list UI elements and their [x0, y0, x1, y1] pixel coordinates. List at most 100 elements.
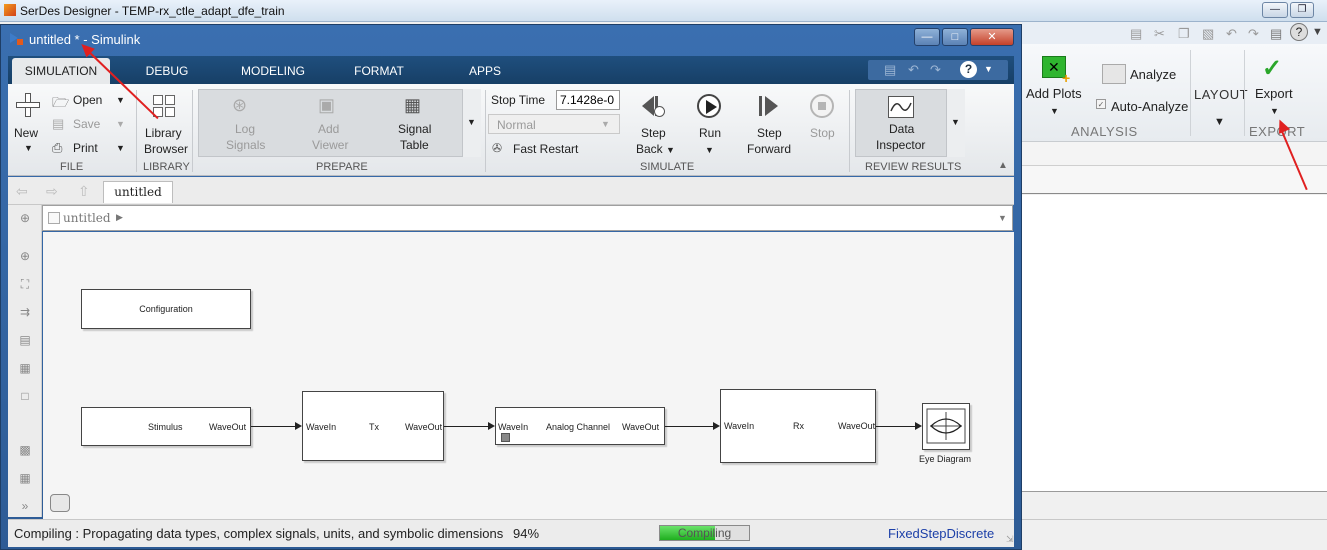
data-inspector-button-line2[interactable]: Inspector [876, 138, 925, 152]
run-button[interactable]: Run [699, 126, 721, 140]
chevron-down-icon[interactable]: ▼ [705, 145, 714, 155]
library-browser-icon[interactable] [153, 95, 175, 117]
stimulus-block[interactable]: Stimulus WaveOut [81, 407, 251, 446]
auto-analyze-checkbox[interactable]: ✓ [1096, 99, 1106, 109]
signal-table-button-line2[interactable]: Table [400, 138, 429, 152]
solver-link[interactable]: FixedStepDiscrete [888, 526, 994, 541]
model-canvas[interactable] [43, 232, 1014, 519]
library-browser-button-line2[interactable]: Browser [144, 142, 188, 156]
stop-time-input[interactable] [556, 90, 620, 110]
chevron-down-icon[interactable]: ▼ [666, 145, 675, 155]
switch-windows-icon[interactable]: ▤ [1270, 26, 1282, 42]
hide-explorer-icon[interactable]: ⊕ [17, 211, 33, 225]
review-gallery-expand[interactable]: ▼ [946, 89, 965, 157]
open-button[interactable]: Open [73, 93, 102, 107]
simulation-mode-select[interactable]: Normal ▼ [488, 114, 620, 134]
print-icon[interactable]: ⎙ [52, 140, 62, 156]
save-icon[interactable]: ▤ [1130, 26, 1142, 42]
chevron-right-icon[interactable]: ▶ [116, 212, 123, 223]
up-arrow-icon[interactable]: ⇧ [78, 183, 90, 200]
rx-block[interactable]: WaveIn Rx WaveOut [720, 389, 876, 463]
background-maximize-button[interactable]: ❐ [1290, 2, 1314, 18]
add-viewer-icon[interactable]: ▣ [318, 95, 335, 116]
area-icon[interactable]: □ [17, 389, 33, 403]
save-icon[interactable]: ▤ [52, 116, 64, 132]
fast-restart-button[interactable]: Fast Restart [513, 142, 578, 156]
add-plots-button[interactable]: Add Plots [1026, 86, 1082, 101]
configuration-block[interactable]: Configuration [81, 289, 251, 329]
background-minimize-button[interactable]: — [1262, 2, 1288, 18]
add-viewer-button-line2[interactable]: Viewer [312, 138, 348, 152]
tab-modeling[interactable]: MODELING [236, 58, 310, 84]
new-button[interactable]: New [14, 126, 38, 140]
address-path[interactable]: untitled [63, 211, 111, 225]
chevron-down-icon[interactable]: ▼ [1312, 26, 1323, 38]
text-annotation-icon[interactable]: ▤ [17, 333, 33, 347]
tab-apps[interactable]: APPS [462, 58, 508, 84]
library-browser-button[interactable]: Library [145, 126, 182, 140]
folder-open-icon[interactable]: 🗁 [52, 92, 69, 116]
fit-to-view-icon[interactable]: ⛶ [17, 277, 33, 291]
model-tab-untitled[interactable]: untitled [103, 181, 173, 203]
resize-grip-icon[interactable]: ⇲ [1006, 534, 1014, 545]
analog-channel-block[interactable]: WaveIn Analog Channel WaveOut [495, 407, 665, 445]
log-signals-button[interactable]: Log [235, 122, 255, 136]
prepare-gallery-expand[interactable]: ▼ [462, 89, 481, 157]
data-inspector-button[interactable]: Data [889, 122, 914, 136]
chevron-down-icon[interactable]: ▼ [998, 213, 1007, 223]
signal-line[interactable] [876, 426, 915, 427]
signal-line[interactable] [444, 426, 488, 427]
cut-icon[interactable]: ✂ [1154, 26, 1165, 42]
redo-icon[interactable]: ↷ [1248, 26, 1259, 42]
log-signals-icon[interactable]: ⊛ [232, 95, 247, 116]
chevron-down-icon[interactable]: ▼ [116, 119, 125, 129]
analyze-button[interactable]: Analyze [1130, 67, 1176, 82]
step-back-button-line2[interactable]: Back [636, 142, 663, 156]
run-icon[interactable] [697, 94, 721, 118]
chevron-down-icon[interactable]: ▼ [116, 95, 125, 105]
save-icon[interactable]: ▤ [884, 62, 896, 78]
tab-simulation[interactable]: SIMULATION [12, 58, 110, 84]
step-back-button[interactable]: Step [641, 126, 666, 140]
step-forward-button[interactable]: Step [757, 126, 782, 140]
collapse-ribbon-icon[interactable]: ▲ [998, 160, 1008, 171]
property-inspector-icon[interactable]: ▦ [17, 471, 33, 485]
layout-button[interactable]: LAYOUT [1194, 87, 1248, 102]
signal-line[interactable] [665, 426, 713, 427]
tab-debug[interactable]: DEBUG [137, 58, 197, 84]
step-back-icon[interactable] [641, 94, 665, 118]
help-icon[interactable]: ? [960, 61, 977, 78]
address-bar[interactable] [42, 205, 1013, 231]
chevron-down-icon[interactable]: ▼ [24, 143, 33, 153]
add-viewer-button[interactable]: Add [318, 122, 339, 136]
step-forward-icon[interactable] [757, 94, 781, 118]
new-icon[interactable] [16, 93, 40, 117]
signal-table-icon[interactable]: ▦ [404, 95, 421, 116]
print-button[interactable]: Print [73, 141, 98, 155]
chevron-down-icon[interactable]: ▼ [1214, 116, 1225, 128]
chevron-down-icon[interactable]: ▼ [116, 143, 125, 153]
step-forward-button-line2[interactable]: Forward [747, 142, 791, 156]
export-button[interactable]: Export [1255, 86, 1293, 101]
undo-icon[interactable]: ↶ [908, 62, 919, 78]
minimize-button[interactable]: — [914, 28, 940, 46]
data-inspector-icon[interactable] [888, 96, 914, 118]
arrow-right-icon[interactable]: ⇉ [17, 305, 33, 319]
maximize-button[interactable]: □ [942, 28, 968, 46]
zoom-icon[interactable]: ⊕ [17, 249, 33, 263]
chevron-down-icon[interactable]: ▼ [1270, 106, 1279, 116]
chevron-down-icon[interactable]: ▼ [1050, 106, 1059, 116]
signal-table-button[interactable]: Signal [398, 122, 431, 136]
tx-block[interactable]: WaveIn Tx WaveOut [302, 391, 444, 461]
back-arrow-icon[interactable]: ⇦ [16, 183, 28, 200]
tab-format[interactable]: FORMAT [348, 58, 410, 84]
image-icon[interactable]: ▦ [17, 361, 33, 375]
paste-icon[interactable]: ▧ [1202, 26, 1214, 42]
fast-restart-icon[interactable]: ✇ [492, 141, 502, 155]
eye-diagram-block[interactable] [922, 403, 970, 450]
stop-button[interactable]: Stop [810, 126, 835, 140]
undo-icon[interactable]: ↶ [1226, 26, 1237, 42]
redo-icon[interactable]: ↷ [930, 62, 941, 78]
export-checkmark-icon[interactable]: ✓ [1262, 54, 1282, 83]
chevron-down-icon[interactable]: ▼ [984, 64, 993, 74]
